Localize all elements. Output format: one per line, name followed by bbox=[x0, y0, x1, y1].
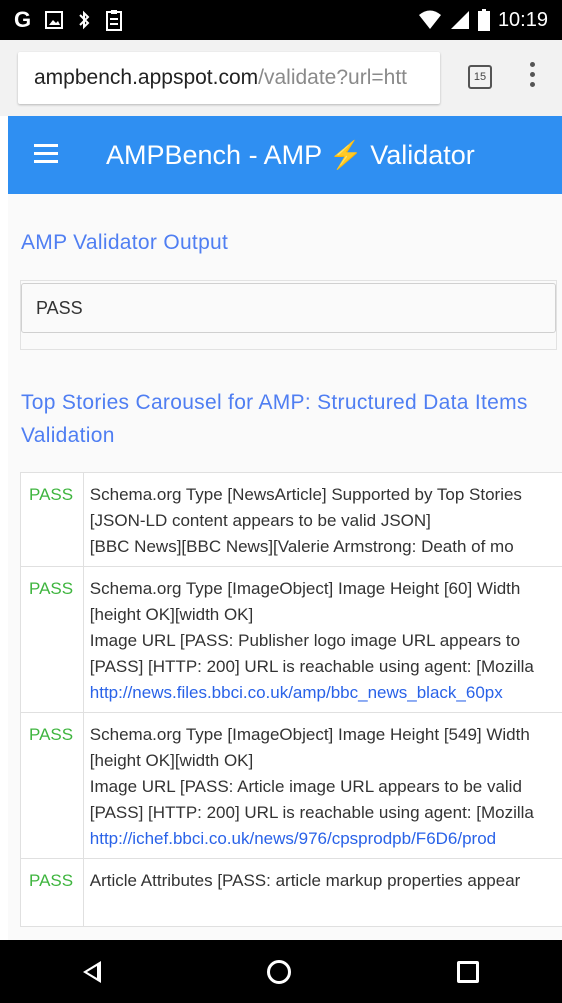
result-line: [PASS] [HTTP: 200] URL is reachable usin… bbox=[89, 657, 534, 676]
main-content: AMP Validator Output PASS Top Stories Ca… bbox=[8, 194, 562, 940]
status-bar: G 10:19 bbox=[0, 0, 562, 40]
system-nav-bar bbox=[0, 940, 562, 1003]
structured-data-heading: Top Stories Carousel for AMP: Structured… bbox=[21, 391, 528, 447]
clipboard-icon bbox=[106, 10, 123, 31]
back-icon[interactable] bbox=[83, 960, 101, 983]
result-line: Schema.org Type [ImageObject] Image Heig… bbox=[89, 579, 521, 598]
hamburger-menu-icon[interactable] bbox=[34, 144, 58, 164]
url-path: /validate?url=htt bbox=[258, 66, 407, 89]
result-line: Article Attributes [PASS: article markup… bbox=[89, 871, 521, 890]
google-icon: G bbox=[14, 7, 32, 32]
app-header: AMPBench - AMP ⚡ Validator bbox=[8, 116, 562, 194]
browser-toolbar: ampbench.appspot.com/validate?url=htt 15 bbox=[0, 40, 562, 116]
tab-count: 15 bbox=[473, 71, 487, 83]
validator-output-value: PASS bbox=[36, 297, 83, 318]
result-line: [height OK][width OK] bbox=[89, 605, 254, 624]
validator-output-panel: PASS bbox=[20, 280, 557, 350]
app-title-prefix: AMPBench - AMP bbox=[106, 140, 330, 170]
tab-switcher-button[interactable]: 15 bbox=[468, 65, 492, 89]
status-cell: PASS bbox=[20, 472, 84, 567]
status-cell: PASS bbox=[20, 712, 84, 859]
result-line: [BBC News][BBC News][Valerie Armstrong: … bbox=[89, 537, 514, 556]
app-title: AMPBench - AMP ⚡ Validator bbox=[106, 116, 475, 194]
status-cell: PASS bbox=[20, 566, 84, 713]
results-table: PASS Schema.org Type [NewsArticle] Suppo… bbox=[20, 472, 562, 927]
app-title-suffix: Validator bbox=[362, 140, 475, 170]
clock: 10:19 bbox=[497, 8, 548, 31]
overflow-menu-icon[interactable] bbox=[527, 62, 537, 94]
status-cell: PASS bbox=[20, 858, 84, 927]
table-row: PASS Schema.org Type [ImageObject] Image… bbox=[20, 712, 562, 859]
result-line: [JSON-LD content appears to be valid JSO… bbox=[89, 511, 431, 530]
recent-apps-icon[interactable] bbox=[457, 960, 479, 983]
result-line: Schema.org Type [ImageObject] Image Heig… bbox=[89, 725, 530, 744]
description-cell: Article Attributes [PASS: article markup… bbox=[82, 858, 562, 927]
result-link[interactable]: http://ichef.bbci.co.uk/news/976/cpsprod… bbox=[90, 826, 562, 852]
description-cell: Schema.org Type [ImageObject] Image Heig… bbox=[82, 566, 562, 713]
description-cell: Schema.org Type [NewsArticle] Supported … bbox=[82, 472, 562, 567]
image-icon bbox=[45, 11, 64, 29]
lightning-bolt-icon: ⚡ bbox=[329, 140, 363, 170]
result-line: Schema.org Type [NewsArticle] Supported … bbox=[89, 485, 522, 504]
home-icon[interactable] bbox=[267, 959, 291, 984]
validator-output-field[interactable]: PASS bbox=[21, 283, 556, 333]
result-line: [height OK][width OK] bbox=[89, 751, 254, 770]
battery-icon bbox=[477, 9, 490, 31]
table-row: PASS Schema.org Type [NewsArticle] Suppo… bbox=[20, 472, 562, 567]
signal-icon bbox=[450, 11, 469, 29]
result-line: Image URL [PASS: Article image URL appea… bbox=[89, 777, 522, 796]
bluetooth-icon bbox=[79, 10, 90, 30]
wifi-icon bbox=[418, 10, 441, 29]
table-row: PASS Schema.org Type [ImageObject] Image… bbox=[20, 566, 562, 713]
validator-output-heading: AMP Validator Output bbox=[21, 231, 229, 254]
url-host: ampbench.appspot.com bbox=[34, 66, 259, 89]
url-bar[interactable]: ampbench.appspot.com/validate?url=htt bbox=[18, 52, 440, 104]
result-line: Image URL [PASS: Publisher logo image UR… bbox=[89, 631, 521, 650]
description-cell: Schema.org Type [ImageObject] Image Heig… bbox=[82, 712, 562, 859]
table-row: PASS Article Attributes [PASS: article m… bbox=[20, 858, 562, 927]
result-link[interactable]: http://news.files.bbci.co.uk/amp/bbc_new… bbox=[90, 680, 562, 706]
result-line: [PASS] [HTTP: 200] URL is reachable usin… bbox=[89, 803, 534, 822]
